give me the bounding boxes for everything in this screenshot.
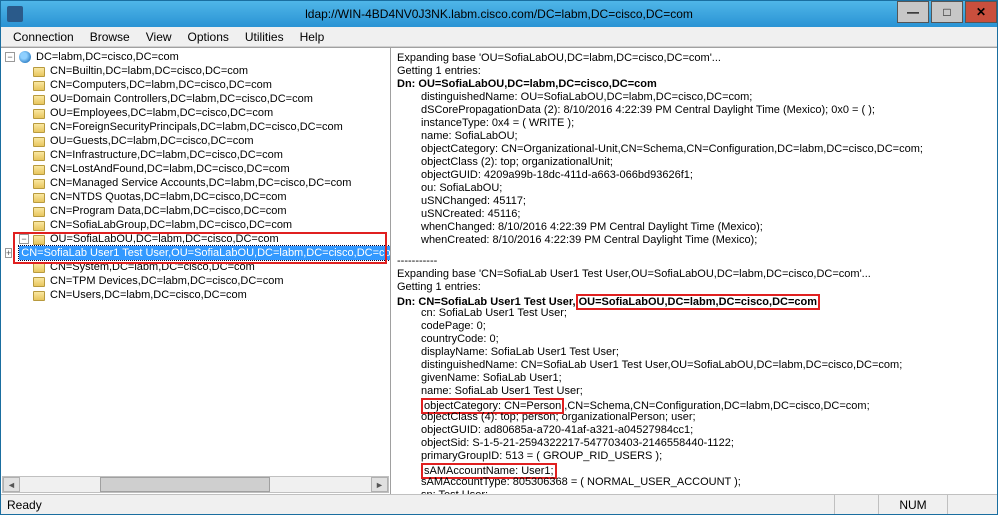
window-controls: — □ ✕ [895, 1, 997, 27]
detail-attr: sn: Test User; [397, 489, 991, 494]
detail-attr: sAMAccountType: 805306368 = ( NORMAL_USE… [397, 476, 991, 489]
detail-attr: objectSid: S-1-5-21-2594322217-547703403… [397, 437, 991, 450]
detail-attr: dSCorePropagationData (2): 8/10/2016 4:2… [397, 104, 991, 117]
detail-attr: distinguishedName: OU=SofiaLabOU,DC=labm… [397, 91, 991, 104]
detail-line: Getting 1 entries: [397, 65, 991, 78]
tree-hscrollbar[interactable]: ◄ ► [2, 476, 389, 493]
folder-icon [33, 137, 45, 147]
app-icon [7, 6, 23, 22]
status-empty2 [947, 495, 991, 514]
tree-item[interactable]: CN=Infrastructure,DC=labm,DC=cisco,DC=co… [5, 148, 390, 162]
menu-utilities[interactable]: Utilities [237, 28, 292, 46]
detail-attr-objectcategory: objectCategory: CN=Person,CN=Schema,CN=C… [397, 398, 991, 411]
folder-icon [33, 221, 45, 231]
menu-view[interactable]: View [138, 28, 180, 46]
tree-item[interactable]: CN=Users,DC=labm,DC=cisco,DC=com [5, 288, 390, 302]
tree-item[interactable]: OU=Domain Controllers,DC=labm,DC=cisco,D… [5, 92, 390, 106]
detail-attr: objectClass (4): top; person; organizati… [397, 411, 991, 424]
detail-dn: Dn: CN=SofiaLab User1 Test User,OU=Sofia… [397, 294, 991, 307]
detail-dn: Dn: OU=SofiaLabOU,DC=labm,DC=cisco,DC=co… [397, 78, 991, 91]
detail-attr: primaryGroupID: 513 = ( GROUP_RID_USERS … [397, 450, 991, 463]
folder-icon [33, 179, 45, 189]
detail-attr: name: SofiaLabOU; [397, 130, 991, 143]
menubar: Connection Browse View Options Utilities… [1, 27, 997, 47]
scroll-thumb[interactable] [100, 477, 270, 492]
detail-attr: ou: SofiaLabOU; [397, 182, 991, 195]
status-ready: Ready [7, 498, 42, 512]
scroll-track[interactable] [20, 477, 371, 492]
detail-attr: objectClass (2): top; organizationalUnit… [397, 156, 991, 169]
tree-item[interactable]: CN=Program Data,DC=labm,DC=cisco,DC=com [5, 204, 390, 218]
maximize-button[interactable]: □ [931, 1, 963, 23]
detail-attr: objectCategory: CN=Organizational-Unit,C… [397, 143, 991, 156]
folder-icon [33, 151, 45, 161]
detail-attr: whenChanged: 8/10/2016 4:22:39 PM Centra… [397, 221, 991, 234]
folder-icon [33, 165, 45, 175]
detail-line: Getting 1 entries: [397, 281, 991, 294]
folder-icon [33, 81, 45, 91]
app-window: ldap://WIN-4BD4NV0J3NK.labm.cisco.com/DC… [0, 0, 998, 515]
tree-item[interactable]: CN=ForeignSecurityPrincipals,DC=labm,DC=… [5, 120, 390, 134]
menu-connection[interactable]: Connection [5, 28, 82, 46]
collapse-icon[interactable]: − [5, 52, 15, 62]
tree-item[interactable]: CN=SofiaLabGroup,DC=labm,DC=cisco,DC=com [5, 218, 390, 232]
folder-icon [33, 67, 45, 77]
status-num: NUM [878, 495, 946, 514]
detail-attr: objectGUID: ad80685a-a720-41af-a321-a045… [397, 424, 991, 437]
globe-icon [19, 51, 31, 63]
detail-attr: whenCreated: 8/10/2016 4:22:39 PM Centra… [397, 234, 991, 247]
scroll-right-icon[interactable]: ► [371, 477, 388, 492]
menu-options[interactable]: Options [180, 28, 237, 46]
tree-item[interactable]: OU=Employees,DC=labm,DC=cisco,DC=com [5, 106, 390, 120]
detail-attr: displayName: SofiaLab User1 Test User; [397, 346, 991, 359]
tree-item[interactable]: CN=Builtin,DC=labm,DC=cisco,DC=com [5, 64, 390, 78]
folder-icon [33, 95, 45, 105]
tree-item[interactable]: CN=Managed Service Accounts,DC=labm,DC=c… [5, 176, 390, 190]
detail-attr-samaccountname: sAMAccountName: User1; [397, 463, 991, 476]
highlight-dn: OU=SofiaLabOU,DC=labm,DC=cisco,DC=com [576, 294, 820, 310]
scroll-left-icon[interactable]: ◄ [3, 477, 20, 492]
close-button[interactable]: ✕ [965, 1, 997, 23]
tree-pane: − DC=labm,DC=cisco,DC=com CN=Builtin,DC=… [1, 48, 391, 494]
window-title: ldap://WIN-4BD4NV0J3NK.labm.cisco.com/DC… [305, 7, 693, 21]
expand-icon[interactable]: + [5, 248, 12, 258]
menu-help[interactable]: Help [292, 28, 333, 46]
titlebar: ldap://WIN-4BD4NV0J3NK.labm.cisco.com/DC… [1, 1, 997, 27]
detail-pane[interactable]: Expanding base 'OU=SofiaLabOU,DC=labm,DC… [391, 48, 997, 494]
detail-attr: countryCode: 0; [397, 333, 991, 346]
content-area: − DC=labm,DC=cisco,DC=com CN=Builtin,DC=… [1, 47, 997, 494]
detail-line: Expanding base 'OU=SofiaLabOU,DC=labm,DC… [397, 52, 991, 65]
detail-attr: uSNCreated: 45116; [397, 208, 991, 221]
menu-browse[interactable]: Browse [82, 28, 138, 46]
minimize-button[interactable]: — [897, 1, 929, 23]
tree-item[interactable]: CN=LostAndFound,DC=labm,DC=cisco,DC=com [5, 162, 390, 176]
statusbar: Ready NUM [1, 494, 997, 514]
detail-attr: name: SofiaLab User1 Test User; [397, 385, 991, 398]
tree-root-label: DC=labm,DC=cisco,DC=com [34, 50, 181, 64]
detail-attr: codePage: 0; [397, 320, 991, 333]
folder-icon [33, 193, 45, 203]
tree-root[interactable]: − DC=labm,DC=cisco,DC=com [5, 50, 390, 64]
detail-line: Expanding base 'CN=SofiaLab User1 Test U… [397, 268, 991, 281]
tree-item[interactable]: CN=TPM Devices,DC=labm,DC=cisco,DC=com [5, 274, 390, 288]
folder-icon [33, 277, 45, 287]
folder-icon [33, 291, 45, 301]
tree-item[interactable]: CN=Computers,DC=labm,DC=cisco,DC=com [5, 78, 390, 92]
tree-item[interactable]: CN=NTDS Quotas,DC=labm,DC=cisco,DC=com [5, 190, 390, 204]
detail-attr: givenName: SofiaLab User1; [397, 372, 991, 385]
folder-icon [33, 263, 45, 273]
tree-item[interactable]: OU=Guests,DC=labm,DC=cisco,DC=com [5, 134, 390, 148]
detail-attr: distinguishedName: CN=SofiaLab User1 Tes… [397, 359, 991, 372]
folder-icon [33, 207, 45, 217]
detail-attr: uSNChanged: 45117; [397, 195, 991, 208]
highlight-box-tree [13, 232, 387, 264]
folder-icon [33, 123, 45, 133]
detail-attr: objectGUID: 4209a99b-18dc-411d-a663-066b… [397, 169, 991, 182]
status-empty [834, 495, 878, 514]
folder-icon [33, 109, 45, 119]
detail-attr: instanceType: 0x4 = ( WRITE ); [397, 117, 991, 130]
detail-sep: ----------- [397, 255, 991, 268]
